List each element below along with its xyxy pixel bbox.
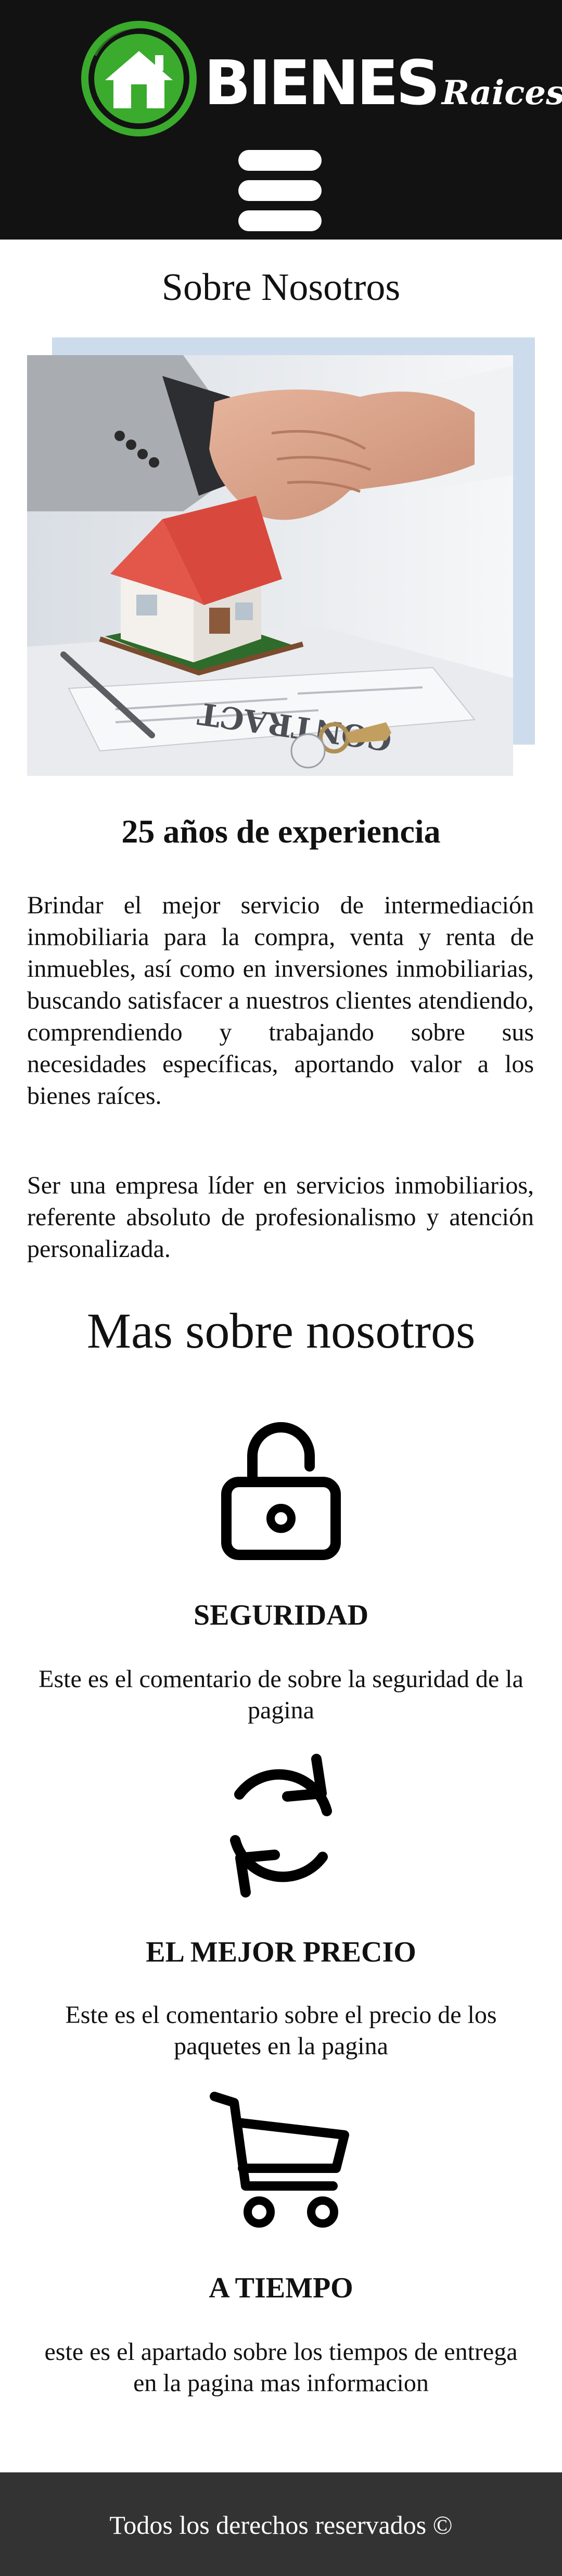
vision-paragraph: Ser una empresa líder en servicios inmob… bbox=[27, 1172, 534, 1263]
feature-text-security: Este es el comentario de sobre la seguri… bbox=[39, 1665, 523, 1724]
about-image: CONTRACT bbox=[27, 355, 513, 776]
cart-icon bbox=[210, 2092, 349, 2228]
copyright-text: Todos los derechos reservados © bbox=[109, 2510, 453, 2540]
feature-title-price: EL MEJOR PRECIO bbox=[146, 1936, 416, 1968]
feature-text-price: Este es el comentario sobre el precio de… bbox=[65, 2001, 497, 2060]
experience-title: 25 años de experiencia bbox=[121, 813, 441, 850]
feature-title-security: SEGURIDAD bbox=[193, 1599, 369, 1631]
refresh-icon bbox=[230, 1754, 332, 1898]
handshake-contract-illustration: CONTRACT bbox=[27, 355, 513, 776]
feature-title-time: A TIEMPO bbox=[209, 2272, 353, 2304]
house-logo-icon bbox=[81, 21, 197, 136]
more-about-title: Mas sobre nosotros bbox=[86, 1303, 476, 1359]
menu-bar-icon bbox=[238, 210, 322, 231]
hamburger-menu-button[interactable] bbox=[238, 150, 322, 233]
mission-paragraph: Brindar el mejor servicio de intermediac… bbox=[27, 891, 534, 1110]
about-title: Sobre Nosotros bbox=[161, 266, 401, 309]
brand-wordmark: BIENES Raices bbox=[204, 47, 562, 119]
menu-bar-icon bbox=[238, 150, 322, 171]
brand-logo[interactable]: BIENES Raices bbox=[79, 19, 562, 139]
lock-icon bbox=[221, 1422, 341, 1560]
site-footer: Todos los derechos reservados © bbox=[0, 2472, 562, 2576]
brand-main-text: BIENES bbox=[204, 47, 440, 119]
feature-text-time: este es el apartado sobre los tiempos de… bbox=[44, 2338, 518, 2397]
site-header: BIENES Raices bbox=[0, 0, 562, 240]
menu-bar-icon bbox=[238, 180, 322, 201]
brand-sub-text: Raices bbox=[441, 73, 562, 112]
